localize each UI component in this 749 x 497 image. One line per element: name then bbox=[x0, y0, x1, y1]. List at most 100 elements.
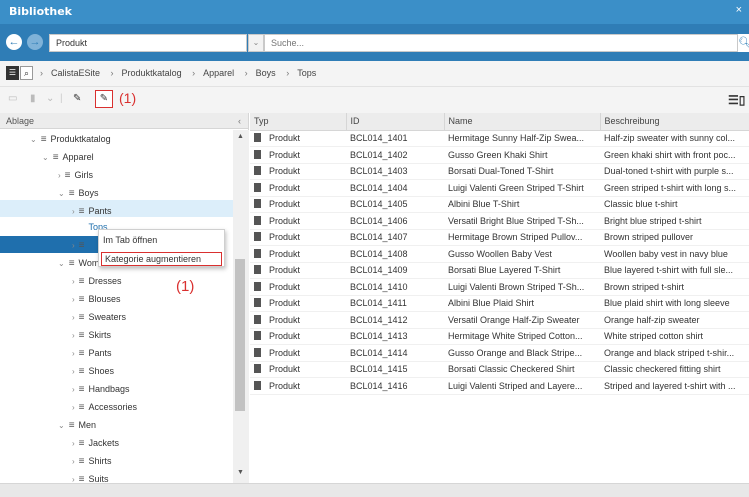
back-arrow-icon[interactable]: ← bbox=[6, 34, 22, 50]
table-row[interactable]: Produkt BCL014_1406 Versatil Bright Blue S… bbox=[250, 212, 749, 230]
column-header-id[interactable]: ID bbox=[346, 113, 445, 131]
product-icon bbox=[254, 347, 261, 357]
tree-node-apparel[interactable]: ⌄ ≡ Apparel bbox=[42, 148, 94, 167]
close-icon[interactable]: × bbox=[736, 4, 742, 16]
search-icon[interactable]: 🔍︎ bbox=[738, 34, 749, 52]
product-icon bbox=[254, 331, 261, 341]
search-input[interactable] bbox=[264, 34, 738, 52]
cell-type: Produkt bbox=[250, 163, 346, 180]
table-row[interactable]: Produkt BCL014_1412 Versatil Orange Half-Z… bbox=[250, 311, 749, 329]
tree-node-pants-women[interactable]: › ≡ Pants bbox=[72, 344, 112, 363]
column-header-description[interactable]: Beschreibung bbox=[600, 113, 749, 131]
breadcrumb-item[interactable]: Apparel bbox=[203, 68, 234, 78]
tree-node-girls[interactable]: › ≡ Girls bbox=[58, 166, 93, 185]
search-bar: ← → Produkt ⌄ 🔍︎ bbox=[0, 24, 749, 61]
table-row[interactable]: Produkt BCL014_1410 Luigi Valenti Brown St… bbox=[250, 278, 749, 296]
chevron-down-icon[interactable]: ⌄ bbox=[58, 421, 65, 430]
panel-title: Ablage bbox=[6, 116, 35, 126]
table-row[interactable]: Produkt BCL014_1414 Gusso Orange and Black… bbox=[250, 344, 749, 362]
chevron-right-icon[interactable]: › bbox=[72, 475, 75, 483]
tree-node-suits[interactable]: › ≡ Suits bbox=[72, 470, 109, 483]
new-item-icon[interactable]: ▮ bbox=[30, 93, 36, 104]
chevron-right-icon[interactable]: › bbox=[72, 223, 75, 232]
table-row[interactable]: Produkt BCL014_1416 Luigi Valenti Striped … bbox=[250, 377, 749, 395]
cell-name: Albini Blue Plaid Shirt bbox=[444, 295, 600, 312]
chevron-right-icon[interactable]: › bbox=[72, 367, 75, 376]
product-icon bbox=[254, 281, 261, 291]
chevron-down-icon[interactable]: ⌄ bbox=[58, 189, 65, 198]
cell-id: BCL014_1406 bbox=[346, 212, 444, 230]
new-folder-icon[interactable]: ▭ bbox=[8, 93, 17, 104]
tree-node-shoes[interactable]: › ≡ Shoes bbox=[72, 362, 114, 381]
tree-node-skirts[interactable]: › ≡ Skirts bbox=[72, 326, 111, 345]
tree-node-hidden[interactable]: › ≡ bbox=[72, 236, 89, 255]
tree-node-shirts[interactable]: › ≡ Shirts bbox=[72, 452, 112, 471]
chevron-right-icon[interactable]: › bbox=[58, 171, 61, 180]
chevron-right-icon[interactable]: › bbox=[72, 385, 75, 394]
scrollbar-thumb[interactable] bbox=[235, 259, 245, 411]
chevron-down-icon[interactable]: ⌄ bbox=[30, 135, 37, 144]
table-row[interactable]: Produkt BCL014_1411 Albini Blue Plaid Shir… bbox=[250, 295, 749, 312]
menu-item-open-in-tab[interactable]: Im Tab öffnen bbox=[103, 235, 157, 245]
menu-item-augment-category[interactable]: Kategorie augmentieren bbox=[101, 252, 222, 266]
chevron-right-icon[interactable]: › bbox=[72, 313, 75, 322]
tree-node-men[interactable]: ⌄ ≡ Men bbox=[58, 416, 96, 435]
table-row[interactable]: Produkt BCL014_1413 Hermitage White Stripe… bbox=[250, 328, 749, 345]
tree-node-produktkatalog[interactable]: ⌄ ≡ Produktkatalog bbox=[30, 130, 111, 149]
content-type-select[interactable]: Produkt bbox=[49, 34, 247, 52]
table-row[interactable]: Produkt BCL014_1404 Luigi Valenti Green St… bbox=[250, 179, 749, 197]
column-header-name[interactable]: Name bbox=[444, 113, 601, 131]
category-icon: ≡ bbox=[68, 188, 75, 199]
chevron-down-icon[interactable]: ⌄ bbox=[58, 259, 65, 268]
augment-category-button[interactable]: ✎ bbox=[95, 90, 113, 108]
tree-view-icon[interactable]: ☰ bbox=[6, 66, 19, 80]
chevron-down-icon[interactable]: ⌄ bbox=[46, 93, 54, 104]
chevron-right-icon[interactable]: › bbox=[72, 331, 75, 340]
breadcrumb-item[interactable]: CalistaESite bbox=[51, 68, 100, 78]
tree-node-blouses[interactable]: › ≡ Blouses bbox=[72, 290, 121, 309]
chevron-right-icon[interactable]: › bbox=[72, 207, 75, 216]
chevron-right-icon[interactable]: › bbox=[72, 457, 75, 466]
breadcrumb-item[interactable]: Tops bbox=[297, 68, 316, 78]
table-row[interactable]: Produkt BCL014_1408 Gusso Woollen Baby Ves… bbox=[250, 245, 749, 263]
tree-node-boys[interactable]: ⌄ ≡ Boys bbox=[58, 184, 99, 203]
table-row[interactable]: Produkt BCL014_1409 Borsati Blue Layered T… bbox=[250, 262, 749, 279]
chevron-right-icon[interactable]: › bbox=[72, 403, 75, 412]
tree-node-handbags[interactable]: › ≡ Handbags bbox=[72, 380, 130, 399]
chevron-left-icon[interactable]: ‹ bbox=[238, 116, 241, 126]
chevron-right-icon[interactable]: › bbox=[72, 277, 75, 286]
table-row[interactable]: Produkt BCL014_1401 Hermitage Sunny Half-Z… bbox=[250, 130, 749, 147]
column-header-type[interactable]: Typ bbox=[250, 113, 347, 131]
chevron-down-icon[interactable]: ⌄ bbox=[42, 153, 49, 162]
cell-name: Luigi Valenti Striped and Layere... bbox=[444, 377, 600, 395]
breadcrumb-item[interactable]: Produktkatalog bbox=[122, 68, 182, 78]
scroll-down-icon[interactable]: ▼ bbox=[237, 469, 244, 476]
table-row[interactable]: Produkt BCL014_1407 Hermitage Brown Stripe… bbox=[250, 229, 749, 246]
cell-id: BCL014_1404 bbox=[346, 179, 444, 197]
cell-name: Hermitage White Striped Cotton... bbox=[444, 328, 600, 345]
scroll-up-icon[interactable]: ▲ bbox=[237, 133, 244, 140]
table-row[interactable]: Produkt BCL014_1403 Borsati Dual-Toned T-S… bbox=[250, 163, 749, 180]
chevron-right-icon[interactable]: › bbox=[72, 295, 75, 304]
chevron-right-icon[interactable]: › bbox=[72, 349, 75, 358]
list-view-icon[interactable]: ☰▯ bbox=[728, 93, 745, 107]
tree-node-dresses[interactable]: › ≡ Dresses bbox=[72, 272, 122, 291]
tree-node-jackets[interactable]: › ≡ Jackets bbox=[72, 434, 119, 453]
tree-node-sweaters[interactable]: › ≡ Sweaters bbox=[72, 308, 126, 327]
cell-id: BCL014_1413 bbox=[346, 328, 444, 345]
chevron-right-icon[interactable]: › bbox=[72, 439, 75, 448]
search-view-icon[interactable]: ⌕ bbox=[20, 66, 33, 80]
chevron-down-icon[interactable]: ⌄ bbox=[248, 34, 264, 52]
cell-type: Produkt bbox=[250, 212, 346, 230]
tree-node-accessories[interactable]: › ≡ Accessories bbox=[72, 398, 137, 417]
selected-row-highlight bbox=[0, 200, 233, 217]
edit-icon[interactable]: ✎ bbox=[73, 93, 81, 104]
cell-name: Gusso Orange and Black Stripe... bbox=[444, 344, 600, 362]
breadcrumb-item[interactable]: Boys bbox=[256, 68, 276, 78]
table-row[interactable]: Produkt BCL014_1402 Gusso Green Khaki Shir… bbox=[250, 146, 749, 164]
table-row[interactable]: Produkt BCL014_1415 Borsati Classic Checke… bbox=[250, 361, 749, 378]
forward-arrow-icon[interactable]: → bbox=[27, 34, 43, 50]
table-row[interactable]: Produkt BCL014_1405 Albini Blue T-Shirt Cla… bbox=[250, 196, 749, 213]
chevron-right-icon[interactable]: › bbox=[72, 241, 75, 250]
category-icon: ≡ bbox=[68, 258, 75, 269]
